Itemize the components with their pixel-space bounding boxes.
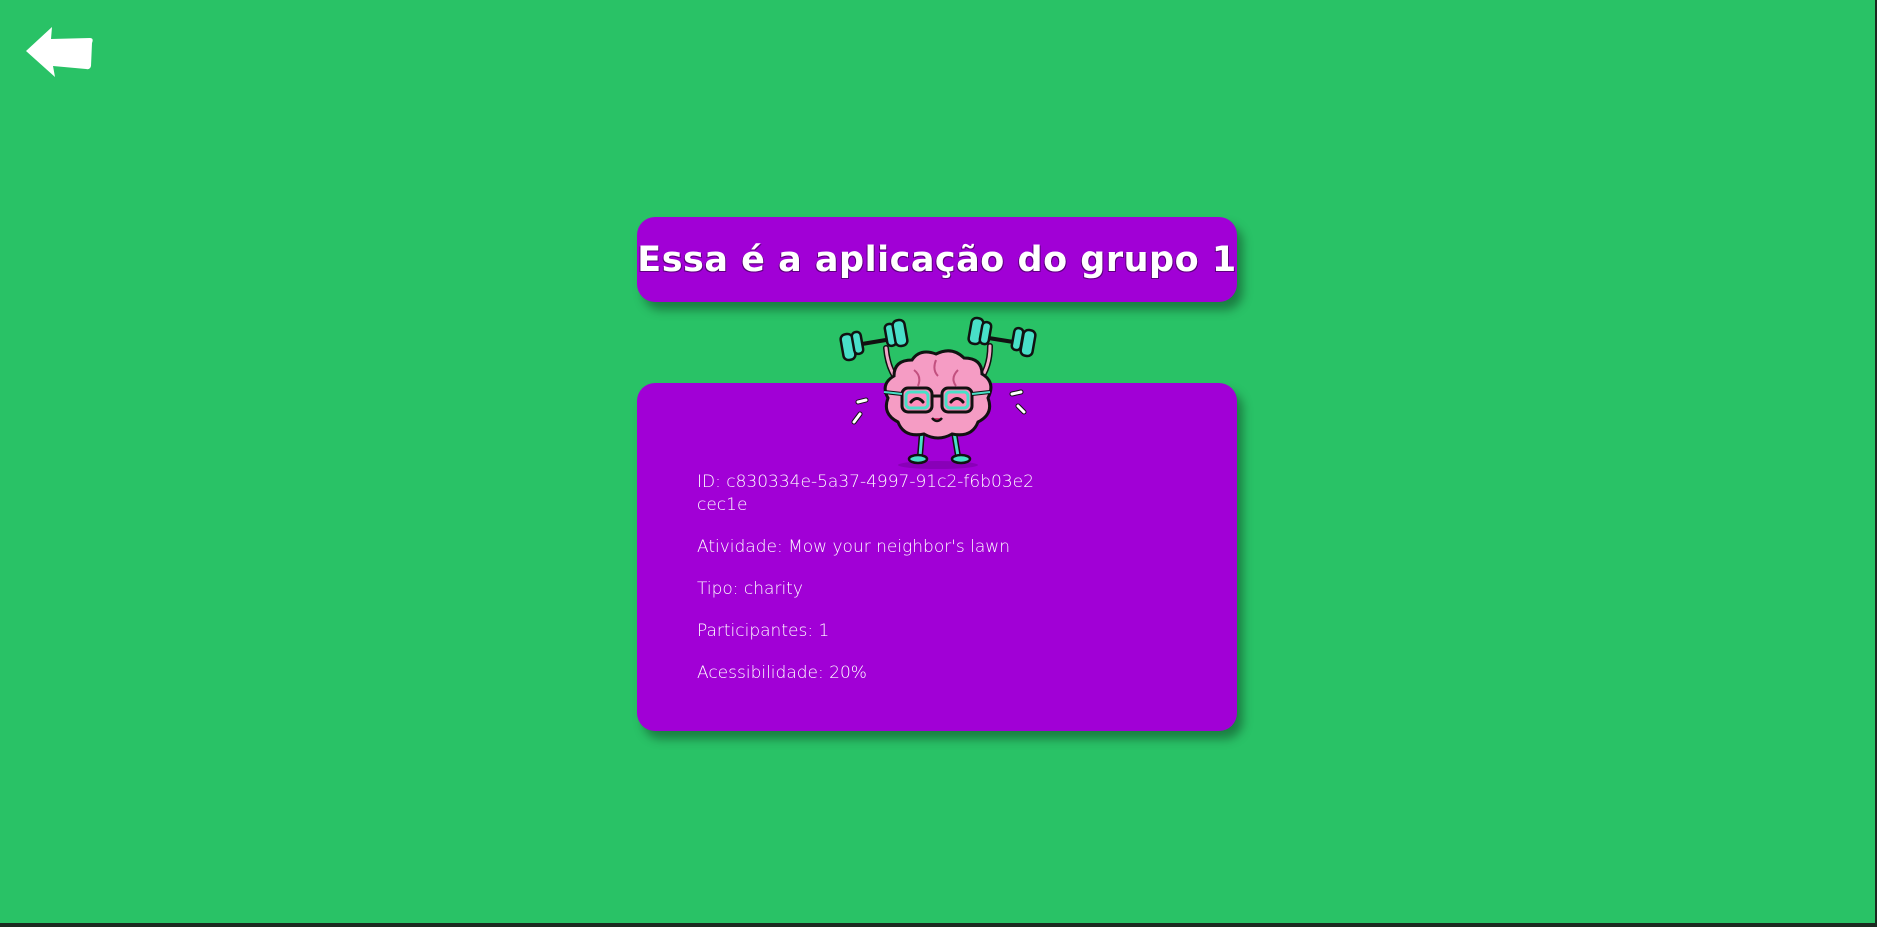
activity-name-value: Mow your neighbor's lawn [788,537,1010,557]
brain-mascot [836,314,1040,470]
brain-lifting-dumbbells-icon [836,314,1040,470]
page-title: Essa é a aplicação do grupo 1 [637,239,1237,280]
activity-participants: Participantes1 [697,620,1037,643]
activity-type-label: Tipo [697,579,744,599]
activity-accessibility: Acessibilidade20% [697,662,1037,685]
app-screen: Essa é a aplicação do grupo 1 IDc830334e… [0,0,1875,923]
activity-participants-value: 1 [818,621,830,641]
back-button[interactable] [24,26,94,78]
activity-participants-label: Participantes [697,621,818,641]
activity-id-value: c830334e-5a37-4997-91c2-f6b03e2cec1e [697,472,1034,515]
activity-accessibility-label: Acessibilidade [697,663,829,683]
activity-accessibility-value: 20% [829,663,867,683]
activity-type-value: charity [743,579,803,599]
activity-type: Tipocharity [697,578,1037,601]
activity-name: AtividadeMow your neighbor's lawn [697,536,1037,559]
title-card: Essa é a aplicação do grupo 1 [637,217,1237,302]
activity-name-label: Atividade [697,537,788,557]
back-arrow-icon [24,26,94,78]
activity-id: IDc830334e-5a37-4997-91c2-f6b03e2cec1e [697,471,1037,517]
activity-id-label: ID [697,472,726,492]
activity-details: IDc830334e-5a37-4997-91c2-f6b03e2cec1e A… [697,471,1037,704]
